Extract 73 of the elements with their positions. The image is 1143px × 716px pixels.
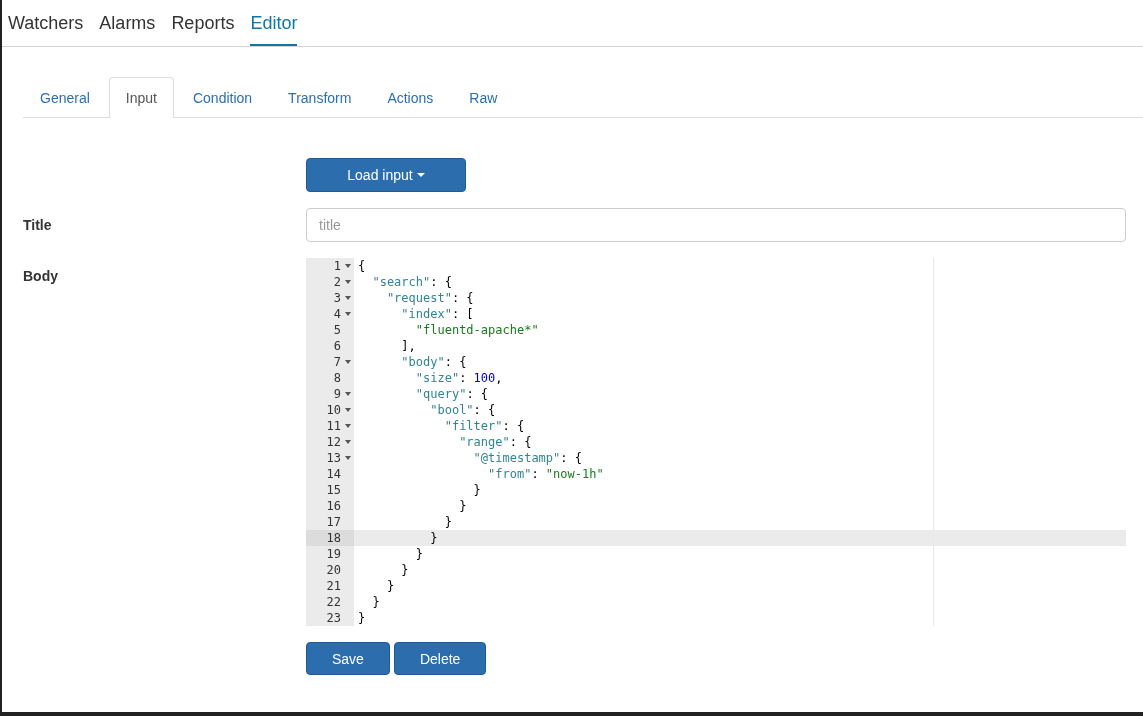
code-line: } bbox=[357, 610, 366, 626]
line-number: 5 bbox=[333, 322, 341, 338]
code-line: } bbox=[429, 530, 438, 546]
code-line: "query": { bbox=[414, 386, 489, 402]
code-line: "fluentd-apache*" bbox=[414, 322, 539, 338]
field-label: Body bbox=[23, 268, 58, 284]
line-number: 17 bbox=[326, 514, 341, 530]
line-number: 23 bbox=[326, 610, 341, 626]
line-number: 22 bbox=[326, 594, 341, 610]
code-line: "search": { bbox=[371, 274, 452, 290]
code-line: ], bbox=[400, 338, 416, 354]
line-number: 18 bbox=[326, 530, 341, 546]
code-line: } bbox=[400, 562, 409, 578]
line-number: 21 bbox=[326, 578, 341, 594]
line-number: 3 bbox=[333, 290, 341, 306]
code-line: "from": "now-1h" bbox=[487, 466, 604, 482]
nav-tab[interactable]: Alarms bbox=[99, 0, 156, 46]
fold-arrow-icon[interactable] bbox=[344, 424, 351, 428]
fold-arrow-icon[interactable] bbox=[344, 264, 351, 268]
caret-icon bbox=[416, 173, 425, 177]
code-line: "filter": { bbox=[443, 418, 525, 434]
line-number: 11 bbox=[326, 418, 341, 434]
fold-arrow-icon[interactable] bbox=[344, 312, 351, 316]
code-line: } bbox=[443, 514, 452, 530]
line-number: 1 bbox=[333, 258, 341, 274]
line-number: 19 bbox=[326, 546, 341, 562]
line-number: 14 bbox=[326, 466, 341, 482]
fold-arrow-icon[interactable] bbox=[344, 456, 351, 460]
line-number: 15 bbox=[326, 482, 341, 498]
fold-arrow-icon[interactable] bbox=[344, 296, 351, 300]
line-number: 6 bbox=[333, 338, 341, 354]
action-button[interactable]: Delete bbox=[393, 642, 487, 675]
line-number: 9 bbox=[333, 386, 341, 402]
nav-tab[interactable]: Reports bbox=[171, 0, 235, 46]
tab[interactable]: Condition bbox=[175, 77, 270, 117]
nav-tab[interactable]: Watchers bbox=[8, 0, 84, 46]
code-line: "range": { bbox=[458, 434, 532, 450]
fold-arrow-icon[interactable] bbox=[344, 408, 351, 412]
tab[interactable]: Actions bbox=[370, 77, 451, 117]
line-number: 12 bbox=[326, 434, 341, 450]
load-input-button[interactable]: Load input bbox=[306, 158, 466, 192]
code-line: } bbox=[472, 482, 481, 498]
line-number: 2 bbox=[333, 274, 341, 290]
field-label: Title bbox=[23, 217, 52, 233]
code-line: { bbox=[357, 258, 366, 274]
action-button[interactable]: Save bbox=[306, 642, 390, 675]
line-number: 7 bbox=[333, 354, 341, 370]
code-line: } bbox=[371, 594, 380, 610]
tab[interactable]: Transform bbox=[271, 77, 369, 117]
code-line: } bbox=[414, 546, 424, 562]
code-line: "request": { bbox=[385, 290, 474, 306]
title-input-field[interactable]: title bbox=[306, 208, 1126, 242]
code-line: "bool": { bbox=[429, 402, 496, 418]
line-number: 16 bbox=[326, 498, 341, 514]
line-number: 10 bbox=[326, 402, 341, 418]
code-line: "body": { bbox=[400, 354, 467, 370]
code-line: "size": 100, bbox=[414, 370, 503, 386]
fold-arrow-icon[interactable] bbox=[344, 280, 351, 284]
code-line: } bbox=[385, 578, 395, 594]
line-number: 8 bbox=[333, 370, 341, 386]
fold-arrow-icon[interactable] bbox=[344, 440, 351, 444]
code-line: } bbox=[458, 498, 467, 514]
line-number: 13 bbox=[326, 450, 341, 466]
fold-arrow-icon[interactable] bbox=[344, 392, 351, 396]
tab[interactable]: Raw bbox=[452, 77, 515, 117]
line-number: 4 bbox=[333, 306, 341, 322]
tab[interactable]: General bbox=[23, 77, 107, 117]
line-number: 20 bbox=[326, 562, 341, 578]
code-line: "index": [ bbox=[400, 306, 474, 322]
code-line: "@timestamp": { bbox=[472, 450, 582, 466]
nav-tab[interactable]: Editor bbox=[250, 0, 298, 46]
fold-arrow-icon[interactable] bbox=[344, 360, 351, 364]
tab[interactable]: Input bbox=[108, 77, 174, 118]
